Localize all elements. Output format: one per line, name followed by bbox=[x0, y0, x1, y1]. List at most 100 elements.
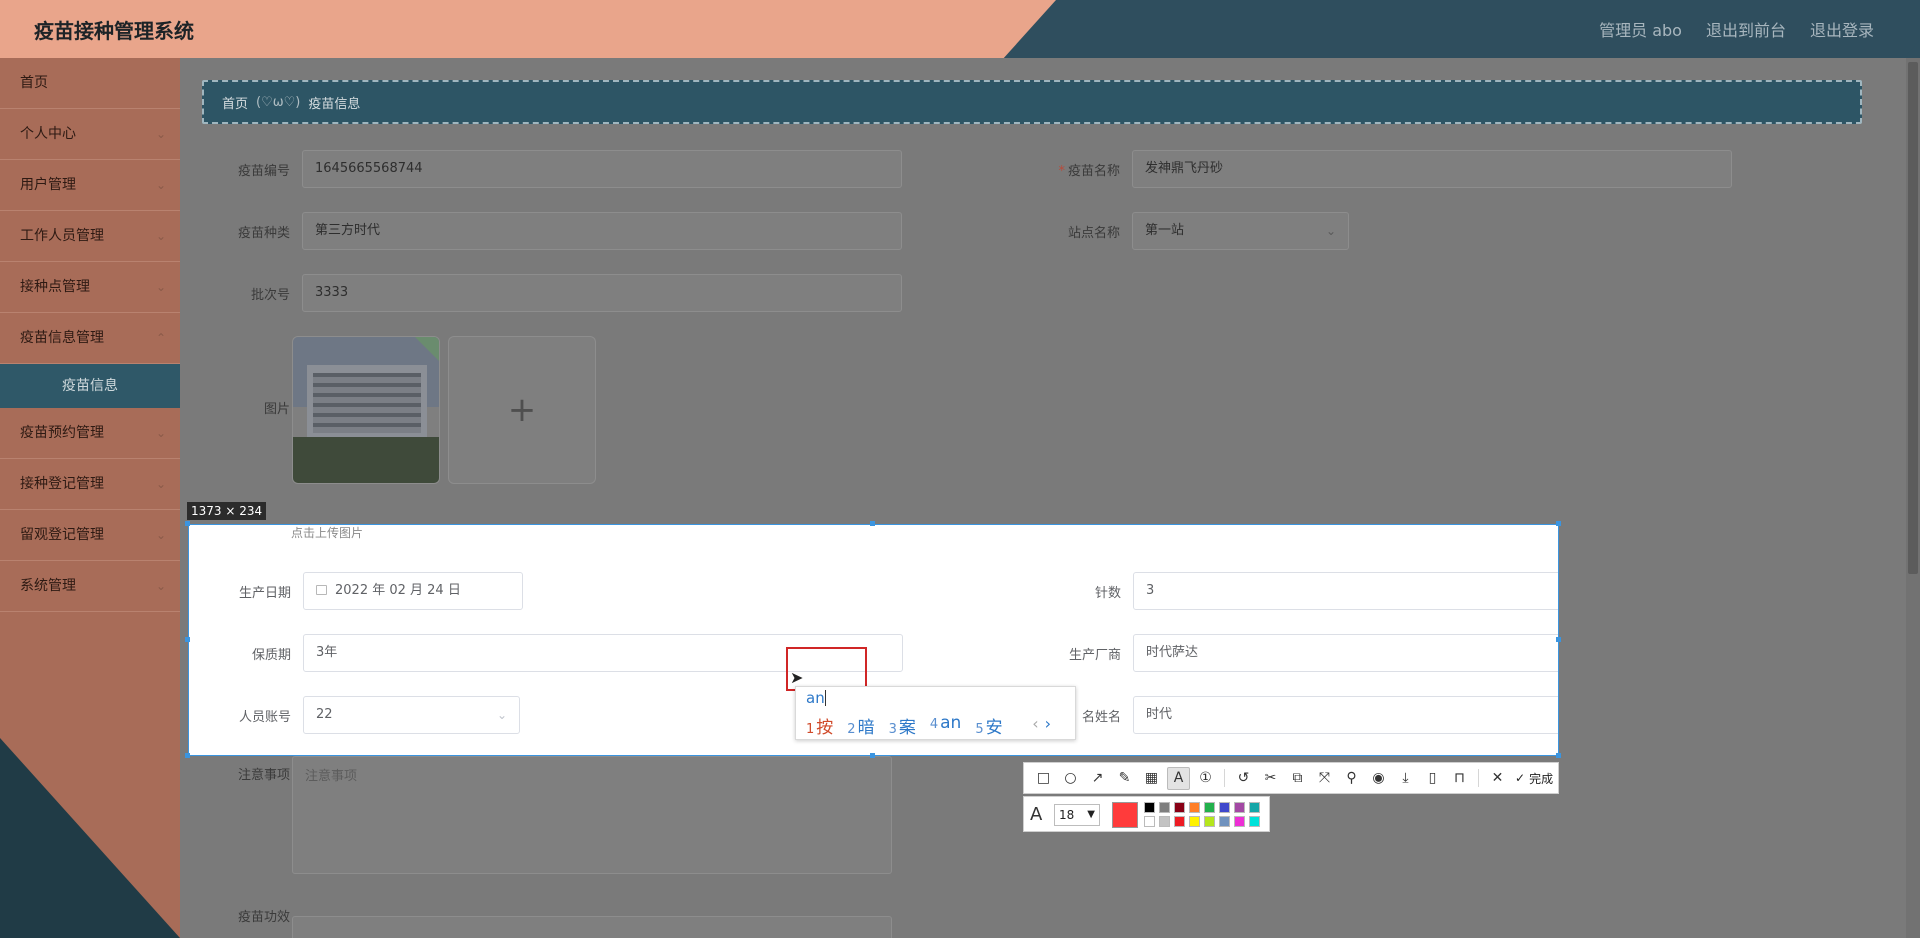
site-select-value: 第一站 bbox=[1145, 223, 1185, 238]
phone-icon[interactable]: ▯ bbox=[1421, 767, 1444, 790]
staff-name-input[interactable]: 时代 bbox=[1133, 696, 1558, 734]
batch-input[interactable]: 3333 bbox=[302, 274, 902, 312]
color-swatch[interactable] bbox=[1189, 816, 1200, 827]
efficacy-editor[interactable] bbox=[292, 916, 892, 938]
color-swatch[interactable] bbox=[1174, 816, 1185, 827]
page-scrollbar-thumb[interactable] bbox=[1908, 62, 1918, 574]
long-capture-icon[interactable]: ⤧ bbox=[1313, 767, 1336, 790]
text-tool-icon[interactable]: A bbox=[1167, 766, 1190, 790]
sidebar-item-label: 疫苗预约管理 bbox=[20, 425, 104, 441]
ime-candidate-4[interactable]: 4 an bbox=[930, 713, 961, 738]
sidebar-item-staff-management[interactable]: 工作人员管理 ⌄ bbox=[0, 211, 180, 262]
production-date-label: 生产日期 bbox=[238, 585, 291, 601]
header-links: 管理员 abo 退出到前台 退出登录 bbox=[1599, 17, 1874, 41]
record-icon[interactable]: ◉ bbox=[1367, 767, 1390, 790]
ime-page-arrows: ‹ › bbox=[1032, 714, 1051, 733]
number-marker-tool-icon[interactable]: ① bbox=[1194, 767, 1217, 790]
capture-handle-right[interactable] bbox=[1556, 637, 1561, 642]
sidebar-item-system-management[interactable]: 系统管理 ⌄ bbox=[0, 561, 180, 612]
font-size-select[interactable]: 18 ▼ bbox=[1054, 804, 1100, 826]
ime-candidate-5[interactable]: 5安 bbox=[975, 713, 1002, 738]
ime-candidate-text: 暗 bbox=[857, 718, 875, 738]
ime-candidate-1[interactable]: 1按 bbox=[806, 713, 833, 738]
sidebar-item-observation-management[interactable]: 留观登记管理 ⌄ bbox=[0, 510, 180, 561]
capture-handle-left[interactable] bbox=[185, 637, 190, 642]
capture-handle-top-right[interactable] bbox=[1556, 521, 1561, 526]
chevron-down-icon: ⌄ bbox=[155, 127, 166, 141]
ime-candidate-number: 5 bbox=[975, 722, 984, 737]
production-date-value: 2022 年 02 月 24 日 bbox=[335, 583, 461, 598]
arrow-tool-icon[interactable]: ↗ bbox=[1086, 767, 1109, 790]
color-swatch[interactable] bbox=[1234, 802, 1245, 813]
pen-tool-icon[interactable]: ✎ bbox=[1113, 767, 1136, 790]
capture-handle-bottom[interactable] bbox=[870, 753, 875, 758]
manufacturer-input[interactable]: 时代萨达 bbox=[1133, 634, 1558, 672]
text-style-toolbar: A 18 ▼ bbox=[1023, 796, 1270, 832]
staff-account-label: 人员账号 bbox=[238, 709, 291, 725]
color-swatch[interactable] bbox=[1249, 816, 1260, 827]
row-batch: 批次号 3333 bbox=[202, 274, 902, 312]
current-color-swatch[interactable] bbox=[1112, 802, 1138, 828]
sidebar-item-vaccine-info-management[interactable]: 疫苗信息管理 ⌃ bbox=[0, 313, 180, 364]
doses-input[interactable]: 3 bbox=[1133, 572, 1558, 610]
color-swatch[interactable] bbox=[1234, 816, 1245, 827]
sidebar-item-home[interactable]: 首页 bbox=[0, 58, 180, 109]
close-icon[interactable]: ✕ bbox=[1486, 767, 1509, 790]
color-swatch[interactable] bbox=[1204, 816, 1215, 827]
color-swatch[interactable] bbox=[1159, 802, 1170, 813]
capture-handle-top[interactable] bbox=[870, 521, 875, 526]
bookmark-icon[interactable]: ⊓ bbox=[1448, 767, 1471, 790]
color-swatch[interactable] bbox=[1189, 802, 1200, 813]
color-swatch[interactable] bbox=[1219, 802, 1230, 813]
color-swatch[interactable] bbox=[1144, 802, 1155, 813]
staff-account-select[interactable]: 22 ⌄ bbox=[303, 696, 520, 734]
color-swatch[interactable] bbox=[1174, 802, 1185, 813]
ellipse-tool-icon[interactable]: ○ bbox=[1059, 767, 1082, 790]
vaccine-name-input[interactable]: 发神鼎飞丹砂 bbox=[1132, 150, 1732, 188]
chevron-left-icon[interactable]: ‹ bbox=[1032, 714, 1038, 733]
chevron-down-icon: ⌄ bbox=[155, 579, 166, 593]
rectangle-tool-icon[interactable]: □ bbox=[1032, 767, 1055, 790]
sidebar-item-user-management[interactable]: 用户管理 ⌄ bbox=[0, 160, 180, 211]
pin-icon[interactable]: ⚲ bbox=[1340, 767, 1363, 790]
admin-user-link[interactable]: 管理员 abo bbox=[1599, 17, 1682, 41]
upload-add-button[interactable]: + bbox=[448, 336, 596, 484]
undo-icon[interactable]: ↺ bbox=[1232, 767, 1255, 790]
sidebar-item-label: 系统管理 bbox=[20, 578, 76, 594]
logout-link[interactable]: 退出登录 bbox=[1810, 17, 1874, 41]
color-swatch[interactable] bbox=[1219, 816, 1230, 827]
chevron-right-icon[interactable]: › bbox=[1045, 714, 1051, 733]
sidebar-item-site-management[interactable]: 接种点管理 ⌄ bbox=[0, 262, 180, 313]
ime-candidate-2[interactable]: 2暗 bbox=[847, 713, 874, 738]
notes-textarea[interactable]: 注意事项 bbox=[292, 756, 892, 874]
sidebar-item-personal-center[interactable]: 个人中心 ⌄ bbox=[0, 109, 180, 160]
color-swatch[interactable] bbox=[1204, 802, 1215, 813]
sidebar-item-appointment-management[interactable]: 疫苗预约管理 ⌄ bbox=[0, 408, 180, 459]
capture-size-label: 1373 × 234 bbox=[187, 502, 267, 520]
capture-handle-top-left[interactable] bbox=[185, 521, 190, 526]
check-icon bbox=[415, 337, 439, 361]
color-swatch[interactable] bbox=[1144, 816, 1155, 827]
vaccine-no-input[interactable]: 1645665568744 bbox=[302, 150, 902, 188]
done-button[interactable]: ✓ 完成 bbox=[1515, 770, 1553, 787]
uploaded-image-thumbnail[interactable] bbox=[292, 336, 440, 484]
sidebar-subitem-vaccine-info[interactable]: 疫苗信息 bbox=[0, 364, 180, 408]
download-icon[interactable]: ⤓ bbox=[1394, 767, 1417, 790]
ocr-icon[interactable]: ⧉ bbox=[1286, 767, 1309, 790]
sidebar-item-vaccination-management[interactable]: 接种登记管理 ⌄ bbox=[0, 459, 180, 510]
cut-icon[interactable]: ✂ bbox=[1259, 767, 1282, 790]
site-select[interactable]: 第一站 ⌄ bbox=[1132, 212, 1349, 250]
ime-candidate-number: 4 bbox=[929, 717, 939, 732]
mosaic-tool-icon[interactable]: ▦ bbox=[1140, 767, 1163, 790]
capture-handle-bottom-left[interactable] bbox=[185, 753, 190, 758]
vaccine-type-input[interactable]: 第三方时代 bbox=[302, 212, 902, 250]
ime-candidate-3[interactable]: 3案 bbox=[889, 713, 916, 738]
sidebar-item-label: 首页 bbox=[20, 75, 48, 91]
color-swatch[interactable] bbox=[1159, 816, 1170, 827]
mouse-pointer-icon: ➤ bbox=[790, 668, 804, 687]
breadcrumb-home[interactable]: 首页 bbox=[222, 93, 248, 112]
production-date-picker[interactable]: 2022 年 02 月 24 日 bbox=[303, 572, 523, 610]
color-swatch[interactable] bbox=[1249, 802, 1260, 813]
capture-handle-bottom-right[interactable] bbox=[1556, 753, 1561, 758]
back-to-frontend-link[interactable]: 退出到前台 bbox=[1706, 17, 1786, 41]
